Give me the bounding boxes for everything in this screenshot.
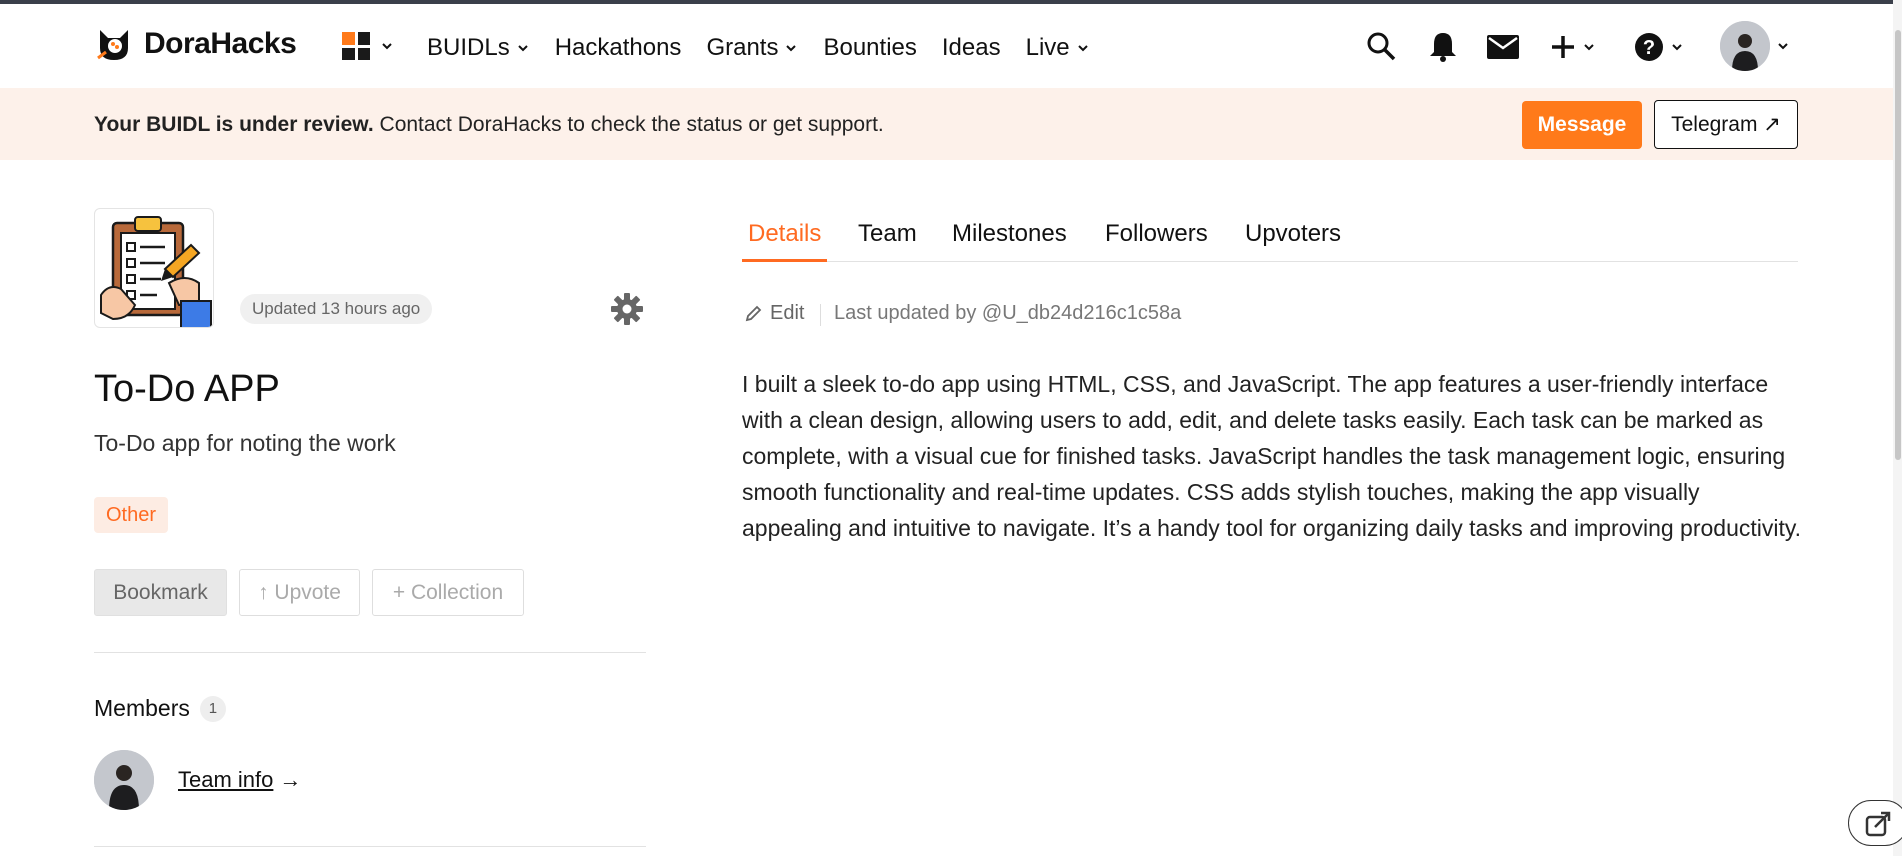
pencil-icon [745,305,762,321]
apps-grid-icon [342,32,370,60]
notifications-button[interactable] [1428,30,1458,62]
chevron-down-icon [786,45,797,52]
tab-details[interactable]: Details [742,220,828,262]
nav-label: Hackathons [554,34,682,61]
team-info-link[interactable]: Team info → [178,767,301,793]
bookmark-button[interactable]: Bookmark [94,569,227,616]
nav-buidls[interactable]: BUIDLs [427,34,530,62]
members-count: 1 [199,695,226,722]
tab-milestones[interactable]: Milestones [952,220,1067,262]
team-info-label: Team info [178,767,274,792]
message-button[interactable]: Message [1522,101,1642,149]
nav-bounties[interactable]: Bounties [823,34,916,62]
user-menu[interactable] [1720,21,1790,71]
nav-label: BUIDLs [427,34,510,61]
members-heading: Members 1 [94,695,226,722]
arrow-right-icon: → [279,767,302,792]
chevron-down-icon [1077,45,1088,52]
banner-message: Your BUIDL is under review. Contact Dora… [94,113,884,137]
edit-button[interactable]: Edit [744,302,804,325]
add-collection-button[interactable]: + Collection [372,569,524,616]
banner-bold: Your BUIDL is under review. [94,113,374,136]
main-nav: BUIDLs Hackathons Grants Bounties Ideas … [427,34,1115,62]
project-title: To-Do APP [94,368,280,410]
clipboard-checklist-icon [100,216,212,327]
chevron-down-icon [1584,44,1594,51]
nav-label: Live [1025,34,1070,61]
svg-text:?: ? [1643,37,1655,59]
nav-label: Grants [706,34,779,61]
dorahacks-logo-icon [97,30,128,60]
telegram-button[interactable]: Telegram ↗ [1654,100,1798,149]
review-banner: Your BUIDL is under review. Contact Dora… [0,88,1902,160]
nav-label: Bounties [823,34,917,61]
tab-followers[interactable]: Followers [1105,220,1208,262]
user-photo-icon [1720,21,1770,71]
nav-grants[interactable]: Grants [706,34,798,62]
nav-hackathons[interactable]: Hackathons [555,34,682,62]
create-menu[interactable] [1550,34,1596,60]
user-photo-icon [94,750,154,810]
apps-menu[interactable] [342,32,394,60]
share-icon [1865,811,1891,837]
tab-team[interactable]: Team [858,220,917,262]
tab-upvoters[interactable]: Upvoters [1245,220,1341,262]
help-menu[interactable]: ? [1634,32,1684,62]
help-icon: ? [1635,33,1663,61]
edit-label: Edit [770,302,805,324]
nav-ideas[interactable]: Ideas [942,34,1001,62]
brand-logo[interactable]: DoraHacks [94,24,297,64]
divider [820,304,821,326]
nav-label: Ideas [941,34,1001,61]
search-icon [1367,32,1396,61]
member-avatar[interactable] [94,750,154,810]
updated-badge: Updated 13 hours ago [240,294,433,324]
search-button[interactable] [1366,31,1396,61]
category-tag[interactable]: Other [94,497,169,533]
chevron-down-icon [1778,43,1788,50]
project-tabs: Details Team Milestones Followers Upvote… [742,220,1798,262]
divider [94,652,646,653]
divider [94,846,646,847]
avatar [1720,21,1770,71]
plus-icon [1552,36,1574,58]
bell-icon [1430,33,1456,62]
scrollbar-thumb[interactable] [1895,30,1901,460]
nav-live[interactable]: Live [1026,34,1090,62]
last-updated-text: Last updated by @U_db24d216c1c58a [834,302,1182,324]
chevron-down-icon [1672,44,1682,51]
chevron-down-icon [517,45,528,52]
share-floating-button[interactable] [1848,800,1902,846]
members-label: Members [94,695,190,721]
gear-icon[interactable] [610,292,644,326]
chevron-down-icon [382,43,392,50]
project-logo [94,208,214,328]
top-navbar: DoraHacks BUIDLs Hackathons Grants Bount… [0,4,1902,88]
brand-name: DoraHacks [144,27,297,60]
banner-body: Contact DoraHacks to check the status or… [373,113,884,136]
project-subtitle: To-Do app for noting the work [94,430,396,456]
project-description: I built a sleek to-do app using HTML, CS… [742,371,1802,541]
messages-button[interactable] [1486,34,1520,60]
mail-icon [1487,35,1519,59]
upvote-button[interactable]: ↑ Upvote [239,569,360,616]
